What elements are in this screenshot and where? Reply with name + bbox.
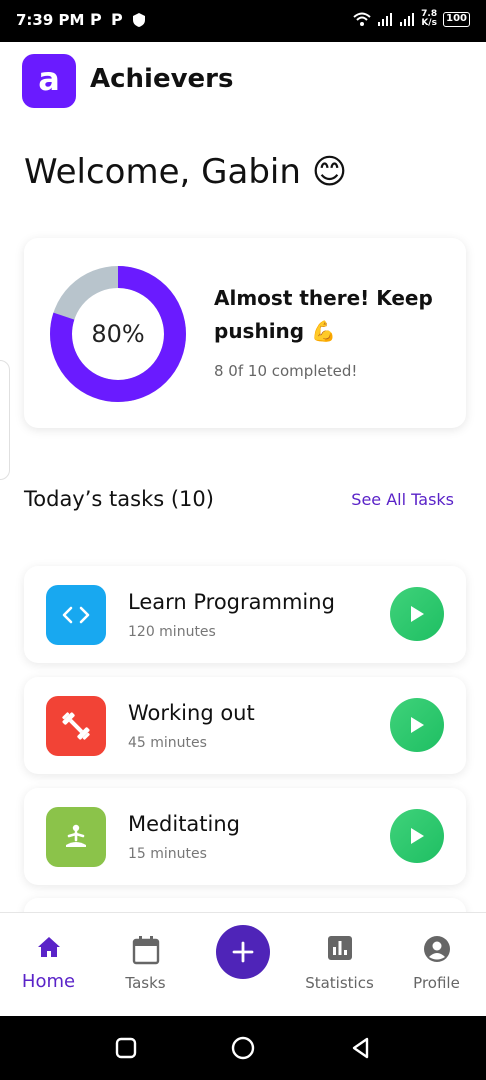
task-name: Meditating	[128, 812, 241, 836]
task-card-meditating[interactable]: Meditating 15 minutes	[24, 788, 466, 885]
play-icon	[411, 717, 424, 733]
task-name: Working out	[128, 701, 255, 725]
wifi-icon	[353, 12, 371, 26]
play-icon	[411, 606, 424, 622]
see-all-tasks-link[interactable]: See All Tasks	[351, 490, 454, 509]
nav-label: Statistics	[305, 974, 374, 992]
meditation-icon	[46, 807, 106, 867]
task-duration: 120 minutes	[128, 624, 216, 640]
nav-item-statistics[interactable]: Statistics	[291, 913, 388, 1017]
signal-icon	[378, 13, 393, 26]
progress-percent: 80%	[91, 320, 145, 348]
play-icon	[411, 828, 424, 844]
welcome-heading: Welcome, Gabin 😊	[24, 152, 348, 192]
battery-icon: 100	[443, 11, 470, 27]
dumbbell-icon	[46, 696, 106, 756]
notification-shield-icon	[133, 13, 145, 27]
app-logo: a	[22, 54, 76, 108]
nav-item-profile[interactable]: Profile	[388, 913, 485, 1017]
status-time: 7:39 PM	[16, 11, 85, 29]
status-bar: 7:39 PM P P 7.8 K/s 100	[0, 0, 486, 42]
side-drawer-handle[interactable]	[0, 360, 10, 480]
task-list: Learn Programming 120 minutes Working ou…	[24, 566, 466, 899]
task-duration: 45 minutes	[128, 735, 207, 751]
play-button[interactable]	[390, 809, 444, 863]
nav-label: Profile	[413, 974, 460, 992]
calendar-icon	[132, 936, 159, 965]
code-icon	[46, 585, 106, 645]
app-logo-letter: a	[38, 60, 60, 98]
home-circle-icon[interactable]	[231, 1036, 255, 1060]
task-name: Learn Programming	[128, 590, 335, 614]
plus-icon	[232, 941, 254, 963]
back-icon[interactable]	[349, 1036, 373, 1060]
play-button[interactable]	[390, 698, 444, 752]
task-card-learn-programming[interactable]: Learn Programming 120 minutes	[24, 566, 466, 663]
notification-p-icon: P	[111, 10, 123, 29]
nav-label: Home	[21, 971, 76, 992]
nav-item-home[interactable]: Home	[0, 913, 97, 1017]
add-task-button[interactable]	[216, 925, 270, 979]
task-card-working-out[interactable]: Working out 45 minutes	[24, 677, 466, 774]
nav-label: Tasks	[125, 974, 166, 992]
signal-icon	[400, 13, 415, 26]
network-speed: 7.8 K/s	[421, 9, 438, 28]
status-indicators: 7.8 K/s 100	[353, 10, 470, 28]
bottom-navigation: Home Tasks Statistics Profile	[0, 912, 486, 1016]
app-name: Achievers	[90, 64, 234, 94]
home-icon	[37, 937, 60, 957]
task-duration: 15 minutes	[128, 846, 207, 862]
account-icon	[423, 936, 450, 962]
nav-item-tasks[interactable]: Tasks	[97, 913, 194, 1017]
notification-p-icon: P	[90, 10, 102, 29]
tasks-section-title: Today’s tasks (10)	[24, 487, 214, 511]
progress-completed-count: 8 0f 10 completed!	[214, 362, 358, 380]
play-button[interactable]	[390, 587, 444, 641]
progress-message: Almost there! Keep pushing 💪	[214, 286, 433, 343]
recents-icon[interactable]	[114, 1036, 138, 1060]
system-navigation-bar	[0, 1016, 486, 1080]
bar-chart-icon	[327, 936, 352, 960]
progress-card: 80% Almost there! Keep pushing 💪 8 0f 10…	[24, 238, 466, 428]
